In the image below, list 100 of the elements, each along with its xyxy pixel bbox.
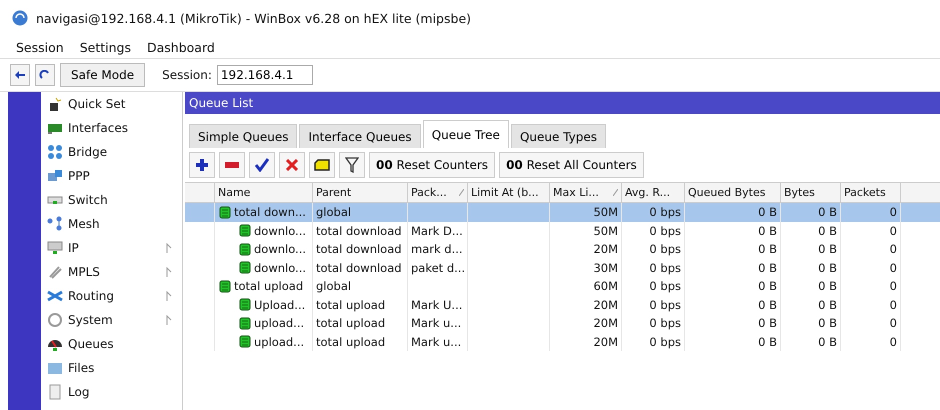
- table-cell: 50M: [593, 205, 618, 220]
- table-cell: 30M: [593, 260, 618, 275]
- menu-item[interactable]: Session: [16, 40, 64, 54]
- queue-icon: [219, 280, 231, 293]
- table-cell: 0 B: [758, 298, 777, 312]
- sidebar-item[interactable]: Switch: [41, 188, 182, 212]
- column-header[interactable]: Avg. R...: [625, 186, 670, 199]
- undo-button[interactable]: [10, 64, 30, 86]
- table-cell: 0 B: [758, 334, 777, 349]
- reset-button[interactable]: 00 Reset All Counters: [499, 152, 644, 178]
- remove-button[interactable]: [219, 152, 245, 178]
- filter-button[interactable]: [339, 152, 365, 178]
- table-cell: 60M: [593, 279, 618, 294]
- tab[interactable]: Interface Queues: [299, 124, 421, 148]
- sidebar-item[interactable]: PPP: [41, 164, 182, 188]
- redo-button[interactable]: [35, 64, 55, 86]
- table-cell: 0: [890, 298, 897, 312]
- table-cell: downlo...: [254, 224, 306, 238]
- sidebar-item[interactable]: System: [41, 308, 182, 332]
- queue-icon: [239, 224, 251, 238]
- table-cell: 0 B: [758, 260, 777, 275]
- table-cell: Upload...: [254, 298, 306, 312]
- table-cell: total upload: [316, 298, 386, 312]
- table-cell: 0 B: [758, 224, 777, 238]
- table-row[interactable]: downlo... total download Mark D... 50M 0 bps 0 B 0 B 0: [185, 222, 940, 240]
- table-cell: 0 bps: [649, 242, 681, 256]
- column-header[interactable]: Name: [218, 186, 250, 199]
- tab[interactable]: Queue Tree: [422, 120, 509, 148]
- redo-icon: [39, 70, 51, 80]
- document-icon: [47, 384, 63, 400]
- table-cell: 0 B: [818, 205, 837, 220]
- mesh-icon: [47, 216, 63, 232]
- sidebar-item[interactable]: Bridge: [41, 140, 182, 164]
- sidebar-item[interactable]: Files: [41, 356, 182, 380]
- table-cell: 0: [890, 260, 897, 275]
- sidebar-item[interactable]: MPLS: [41, 260, 182, 284]
- add-icon: [195, 158, 209, 172]
- table-cell: 0: [890, 316, 897, 330]
- queue-icon: [219, 206, 231, 219]
- table-cell: 0 bps: [649, 316, 681, 330]
- session-field[interactable]: 192.168.4.1: [216, 65, 313, 85]
- window-title: navigasi@192.168.4.1 (MikroTik) - WinBox v6.28 on hEX lite (mipsbe): [36, 10, 472, 26]
- table-cell: 0: [890, 224, 897, 238]
- table-cell: 0 B: [818, 279, 837, 294]
- column-header[interactable]: Parent: [316, 186, 352, 199]
- table-cell: downlo...: [254, 260, 306, 275]
- sidebar-item[interactable]: Queues: [41, 332, 182, 356]
- column-header[interactable]: Packets: [844, 186, 886, 199]
- table-cell: 0: [890, 334, 897, 349]
- sidebar-item[interactable]: Routing: [41, 284, 182, 308]
- comment-button[interactable]: [309, 152, 335, 178]
- bridge-icon: [47, 144, 63, 160]
- column-header[interactable]: Limit At (b...: [471, 186, 539, 199]
- table-cell: downlo...: [254, 242, 306, 256]
- sort-icon: [613, 189, 618, 196]
- reset-button[interactable]: 00 Reset Counters: [369, 152, 496, 178]
- network-icon: [47, 240, 63, 256]
- table-cell: total download: [316, 242, 402, 256]
- sidebar-item[interactable]: Log: [41, 380, 182, 404]
- sidebar-item[interactable]: Quick Set: [41, 92, 182, 116]
- add-button[interactable]: [189, 152, 215, 178]
- sidebar-item[interactable]: IP: [41, 236, 182, 260]
- table-cell: 0 B: [818, 316, 837, 330]
- column-header[interactable]: Max Li...: [553, 186, 599, 199]
- tab[interactable]: Simple Queues: [189, 124, 298, 148]
- routing-icon: [47, 288, 63, 304]
- column-header[interactable]: Bytes: [784, 186, 815, 199]
- table-cell: 0 B: [758, 279, 777, 294]
- table-cell: mark d...: [411, 242, 463, 256]
- folder-icon: [47, 360, 63, 376]
- table-cell: total download: [316, 260, 402, 275]
- enable-button[interactable]: [249, 152, 275, 178]
- table-row[interactable]: total down... global 50M 0 bps 0 B 0 B 0: [185, 203, 940, 222]
- column-header[interactable]: Pack...: [411, 186, 447, 199]
- table-cell: 0 B: [758, 316, 777, 330]
- menu-item[interactable]: Dashboard: [146, 40, 215, 54]
- close-icon: [286, 159, 298, 171]
- check-icon: [255, 158, 269, 172]
- filter-icon: [345, 157, 359, 173]
- sidebar-item[interactable]: Interfaces: [41, 116, 182, 140]
- paperclip-icon: [47, 264, 63, 280]
- table-cell: 0 bps: [649, 260, 681, 275]
- safe-mode-button[interactable]: Safe Mode: [60, 63, 146, 87]
- menu-item[interactable]: Settings: [80, 40, 131, 54]
- column-header[interactable]: Queued Bytes: [688, 186, 766, 199]
- table-cell: 0: [890, 279, 897, 294]
- table-cell: 0 bps: [649, 205, 681, 220]
- table-cell: 20M: [593, 334, 618, 349]
- table-cell: 20M: [593, 298, 618, 312]
- disable-button[interactable]: [279, 152, 305, 178]
- sidebar-item[interactable]: Mesh: [41, 212, 182, 236]
- table-cell: 20M: [593, 316, 618, 330]
- tab[interactable]: Queue Types: [510, 124, 606, 148]
- table-cell: 0 B: [758, 242, 777, 256]
- table-cell: 50M: [593, 224, 618, 238]
- queue-icon: [239, 298, 251, 312]
- panel-title: Queue List: [185, 92, 940, 114]
- table-cell: 0 B: [818, 242, 837, 256]
- table-cell: global: [316, 205, 352, 220]
- table-cell: total upload: [234, 279, 304, 294]
